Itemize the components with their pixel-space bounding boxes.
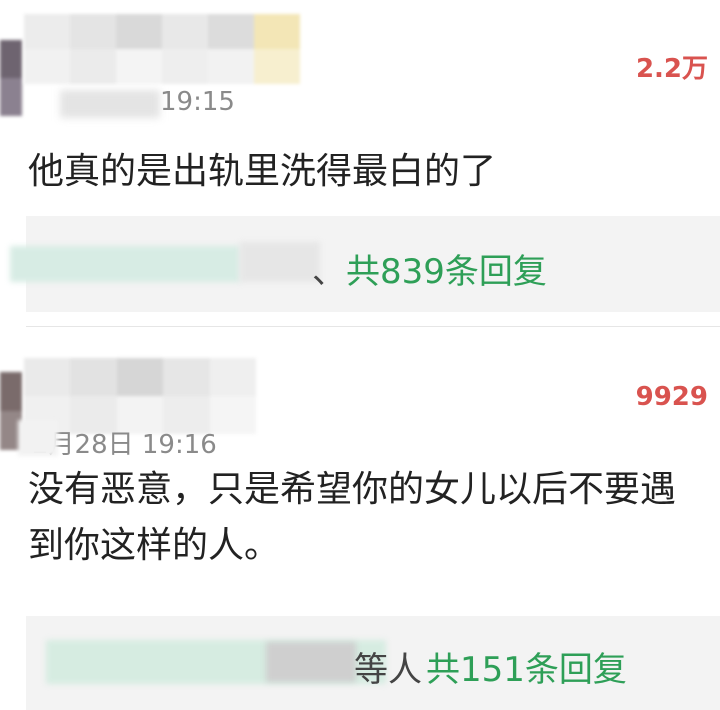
like-count[interactable]: 9929 bbox=[636, 382, 708, 412]
comment-text-line: 到你这样的人。 bbox=[28, 525, 281, 566]
reply-author-separator: 等人 bbox=[354, 650, 422, 690]
username-redacted[interactable] bbox=[24, 358, 256, 434]
comment-text-line: 他真的是出轨里洗得最白的了 bbox=[28, 151, 497, 192]
reply-authors-redacted bbox=[266, 642, 356, 682]
comment-text-line: 没有恶意，只是希望你的女儿以后不要遇 bbox=[28, 469, 677, 510]
reply-count-link[interactable]: 共151条回复 bbox=[426, 642, 627, 691]
comment-timestamp: 2月28日 19:16 bbox=[32, 430, 217, 460]
date-redacted bbox=[60, 90, 160, 118]
reply-authors-redacted bbox=[10, 246, 240, 282]
comment-item: 9929 2月28日 19:16 没有恶意，只是希望你的女儿以后不要遇 到你这样… bbox=[0, 330, 720, 710]
comment-timestamp: 19:15 bbox=[160, 87, 235, 117]
reply-count-link[interactable]: 共839条回复 bbox=[346, 244, 547, 293]
reply-author-separator: 、 bbox=[312, 252, 346, 292]
avatar[interactable] bbox=[0, 40, 22, 116]
comment-text: 他真的是出轨里洗得最白的了 bbox=[28, 144, 496, 200]
comment-text: 没有恶意，只是希望你的女儿以后不要遇 到你这样的人。 bbox=[28, 462, 676, 574]
username-redacted[interactable] bbox=[24, 14, 300, 84]
comment-divider bbox=[26, 326, 720, 327]
like-count[interactable]: 2.2万 bbox=[636, 48, 708, 85]
date-redacted bbox=[18, 420, 58, 456]
reply-summary[interactable]: 、 共839条回复 bbox=[10, 216, 720, 312]
reply-summary[interactable]: 等人 共151条回复 bbox=[26, 616, 720, 710]
comment-list: 2.2万 19:15 他真的是出轨里洗得最白的了 、 共839条回复 9929 … bbox=[0, 0, 720, 710]
reply-authors-redacted bbox=[240, 242, 320, 282]
comment-item: 2.2万 19:15 他真的是出轨里洗得最白的了 、 共839条回复 bbox=[0, 0, 720, 316]
